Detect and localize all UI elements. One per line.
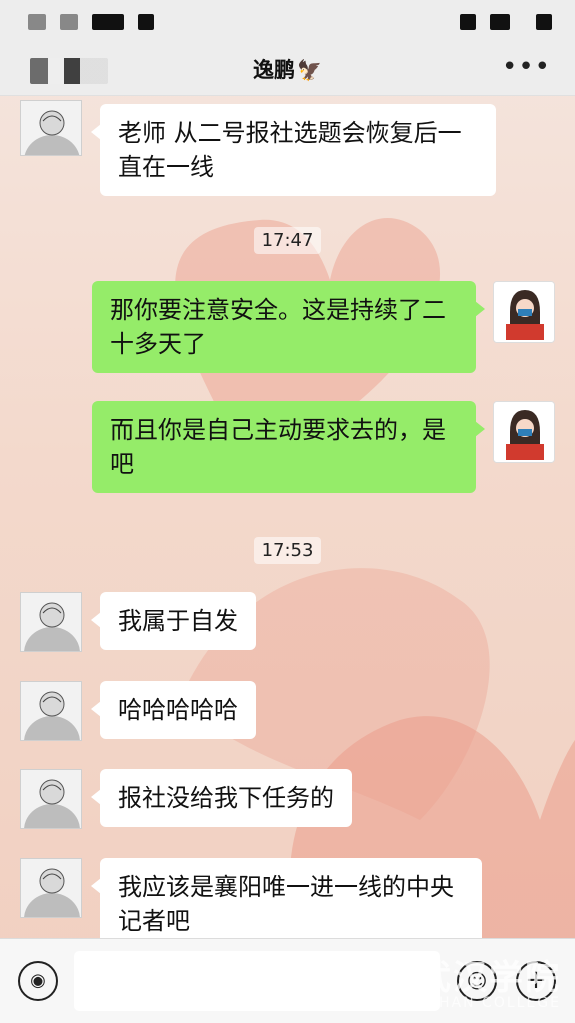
message-bubble[interactable]: 那你要注意安全。这是持续了二十多天了 (92, 281, 485, 373)
my-avatar[interactable] (493, 401, 555, 463)
more-options-button[interactable]: ••• (502, 52, 551, 82)
contact-avatar[interactable] (20, 681, 82, 741)
wifi-icon (92, 14, 124, 30)
plus-icon[interactable]: + (516, 961, 556, 1001)
contact-avatar[interactable] (20, 769, 82, 829)
chat-header: 逸鹏 🦅 ••• (0, 44, 575, 96)
timestamp: 17:47 (0, 227, 575, 254)
voice-icon[interactable]: ◉ (18, 961, 58, 1001)
input-bar: ◉ ☺ + (0, 938, 575, 1023)
battery-icon (536, 14, 552, 30)
message-bubble[interactable]: 我应该是襄阳唯一进一线的中央记者吧 (91, 858, 482, 938)
message-bubble[interactable]: 而且你是自己主动要求去的，是吧 (92, 401, 485, 493)
emoji-icon[interactable]: ☺ (457, 961, 497, 1001)
message-bubble[interactable]: 报社没给我下任务的 (91, 769, 352, 827)
contact-avatar[interactable] (20, 592, 82, 652)
contact-name: 逸鹏 (253, 58, 296, 82)
my-avatar[interactable] (493, 281, 555, 343)
eagle-icon: 🦅 (297, 58, 322, 82)
timestamp-text: 17:53 (253, 537, 322, 564)
contact-avatar[interactable] (20, 100, 82, 156)
signal-icon (28, 14, 46, 30)
status-bar (0, 0, 575, 44)
timestamp: 17:53 (0, 537, 575, 564)
message-input[interactable] (74, 951, 440, 1011)
alarm-icon (460, 14, 476, 30)
message-bubble[interactable]: 老师 从二号报社选题会恢复后一直在一线 (91, 104, 496, 196)
carrier-icon (60, 14, 78, 30)
time-block (138, 14, 154, 30)
message-bubble[interactable]: 我属于自发 (91, 592, 256, 650)
message-list[interactable]: 老师 从二号报社选题会恢复后一直在一线 17:47 那你要注意安全。这是持续了二… (0, 96, 575, 938)
chat-title: 逸鹏 🦅 (0, 54, 575, 84)
contact-avatar[interactable] (20, 858, 82, 918)
timestamp-text: 17:47 (253, 227, 322, 254)
battery-percent (490, 14, 510, 30)
message-bubble[interactable]: 哈哈哈哈哈 (91, 681, 256, 739)
